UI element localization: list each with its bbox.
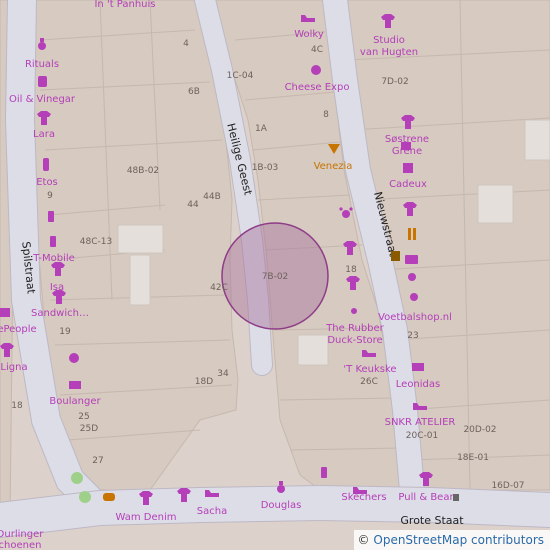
poi-label-sostrene-grene-line1[interactable]: Søstrene [385,134,429,145]
jar-icon[interactable] [38,76,47,87]
street-label-grote-staat: Grote Staat [400,514,464,527]
chocolate-icon[interactable] [412,363,424,371]
svg-text:20D-02: 20D-02 [463,425,496,435]
svg-text:1B-03: 1B-03 [252,163,279,173]
svg-text:27: 27 [92,456,103,466]
svg-text:34: 34 [217,369,229,379]
mobile-phone-icon[interactable] [321,467,327,478]
poi-label-studio-van-hugten-line1[interactable]: Studio [373,35,405,46]
poi-label-isa[interactable]: Isa [50,282,64,293]
poi-label-wam-denim[interactable]: Wam Denim [115,512,176,523]
svg-text:25D: 25D [80,424,98,434]
pharmacy-icon[interactable] [43,158,49,171]
svg-text:16D-07: 16D-07 [491,481,524,491]
svg-text:18D: 18D [195,377,213,387]
mobile-phone-icon[interactable] [50,236,56,247]
svg-text:18: 18 [11,401,23,411]
poi-label-studio-van-hugten-line2[interactable]: van Hugten [360,47,418,58]
fast-food-icon[interactable] [103,493,115,501]
poi-label-cheese-expo-1[interactable]: Cheese Expo [285,82,350,93]
poi-label-douglas[interactable]: Douglas [261,500,302,511]
poi-label-skechers[interactable]: Skechers [341,492,386,503]
poi-label-t-mobile[interactable]: T-Mobile [32,253,75,264]
poi-label-snkr-atelier[interactable]: SNKR ATELIER [385,417,456,428]
svg-text:44: 44 [187,200,199,210]
cheese-icon[interactable] [311,65,321,75]
map-attribution: © OpenStreetMap contributors [353,530,550,550]
poi-label-wolky[interactable]: Wolky [294,29,324,40]
poi-label-durlinger-line1[interactable]: Durlinger [0,529,44,540]
poi-label-voetbalshop[interactable]: Voetbalshop.nl [378,312,452,323]
svg-text:1C-04: 1C-04 [227,71,254,81]
svg-text:7D-02: 7D-02 [381,77,408,87]
copyright-symbol: © [357,533,370,547]
osm-contributors-link[interactable]: OpenStreetMap contributors [373,533,544,547]
football-icon[interactable] [410,293,418,301]
svg-text:4C: 4C [311,45,323,55]
map-view[interactable]: Heilige Geest Nieuwstraat Spilstraat Gro… [0,0,550,550]
svg-text:8: 8 [323,110,329,120]
poi-label-rubber-duck-line1[interactable]: The Rubber [325,323,384,334]
svg-text:18E-01: 18E-01 [457,453,489,463]
poi-label-in-t-panhuis[interactable]: In 't Panhuis [94,0,155,10]
sports-icon[interactable] [408,273,416,281]
poi-label-sacha[interactable]: Sacha [197,506,227,517]
svg-text:44B: 44B [203,192,221,202]
poi-label-etos[interactable]: Etos [36,177,58,188]
svg-text:25: 25 [78,412,89,422]
gift-icon[interactable] [403,163,413,173]
poi-label-t-keukske[interactable]: 'T Keukske [343,364,396,375]
tv-icon[interactable] [405,255,418,264]
poi-label-boulanger[interactable]: Boulanger [49,396,101,407]
poi-label-sandwich[interactable]: Sandwich… [31,308,89,319]
poi-label-ligna[interactable]: Ligna [0,362,27,373]
svg-text:4: 4 [183,39,189,49]
svg-text:23: 23 [407,331,418,341]
poi-label-venezia[interactable]: Venezia [314,161,353,172]
svg-text:42C: 42C [210,283,228,293]
svg-text:26C: 26C [360,377,378,387]
poi-label-cadeux[interactable]: Cadeux [389,179,427,190]
svg-text:19: 19 [59,327,71,337]
svg-text:6B: 6B [188,87,200,97]
mobile-phone-icon[interactable] [48,211,54,222]
poi-label-leonidas[interactable]: Leonidas [396,379,440,390]
svg-text:18: 18 [345,265,357,275]
poi-label-peoplepeople[interactable]: ePeople [0,324,37,335]
poi-label-rubber-duck-line2[interactable]: Duck-Store [327,335,382,346]
svg-text:7B-02: 7B-02 [262,272,289,282]
svg-text:1A: 1A [255,124,268,134]
recycle-bin-icon[interactable] [453,494,459,501]
svg-text:48B-02: 48B-02 [127,166,159,176]
cake-icon[interactable] [69,381,81,389]
poi-label-lara[interactable]: Lara [33,129,55,140]
poi-label-sostrene-grene-line2[interactable]: Grene [392,146,422,157]
poi-label-rituals[interactable]: Rituals [25,59,59,70]
svg-text:9: 9 [47,191,53,201]
poi-label-oil-vinegar[interactable]: Oil & Vinegar [9,94,76,105]
dot-marker-icon[interactable] [351,308,357,314]
bakery-icon[interactable] [69,353,79,363]
poi-label-durlinger-line2[interactable]: choenen [0,540,41,550]
board-sign-icon[interactable] [391,251,400,261]
svg-text:20C-01: 20C-01 [406,431,438,441]
poi-label-pull-bear[interactable]: Pull & Bear [398,492,454,503]
map-canvas[interactable]: Heilige Geest Nieuwstraat Spilstraat Gro… [0,0,550,550]
svg-text:48C-13: 48C-13 [80,237,112,247]
lock-icon[interactable] [0,308,10,317]
